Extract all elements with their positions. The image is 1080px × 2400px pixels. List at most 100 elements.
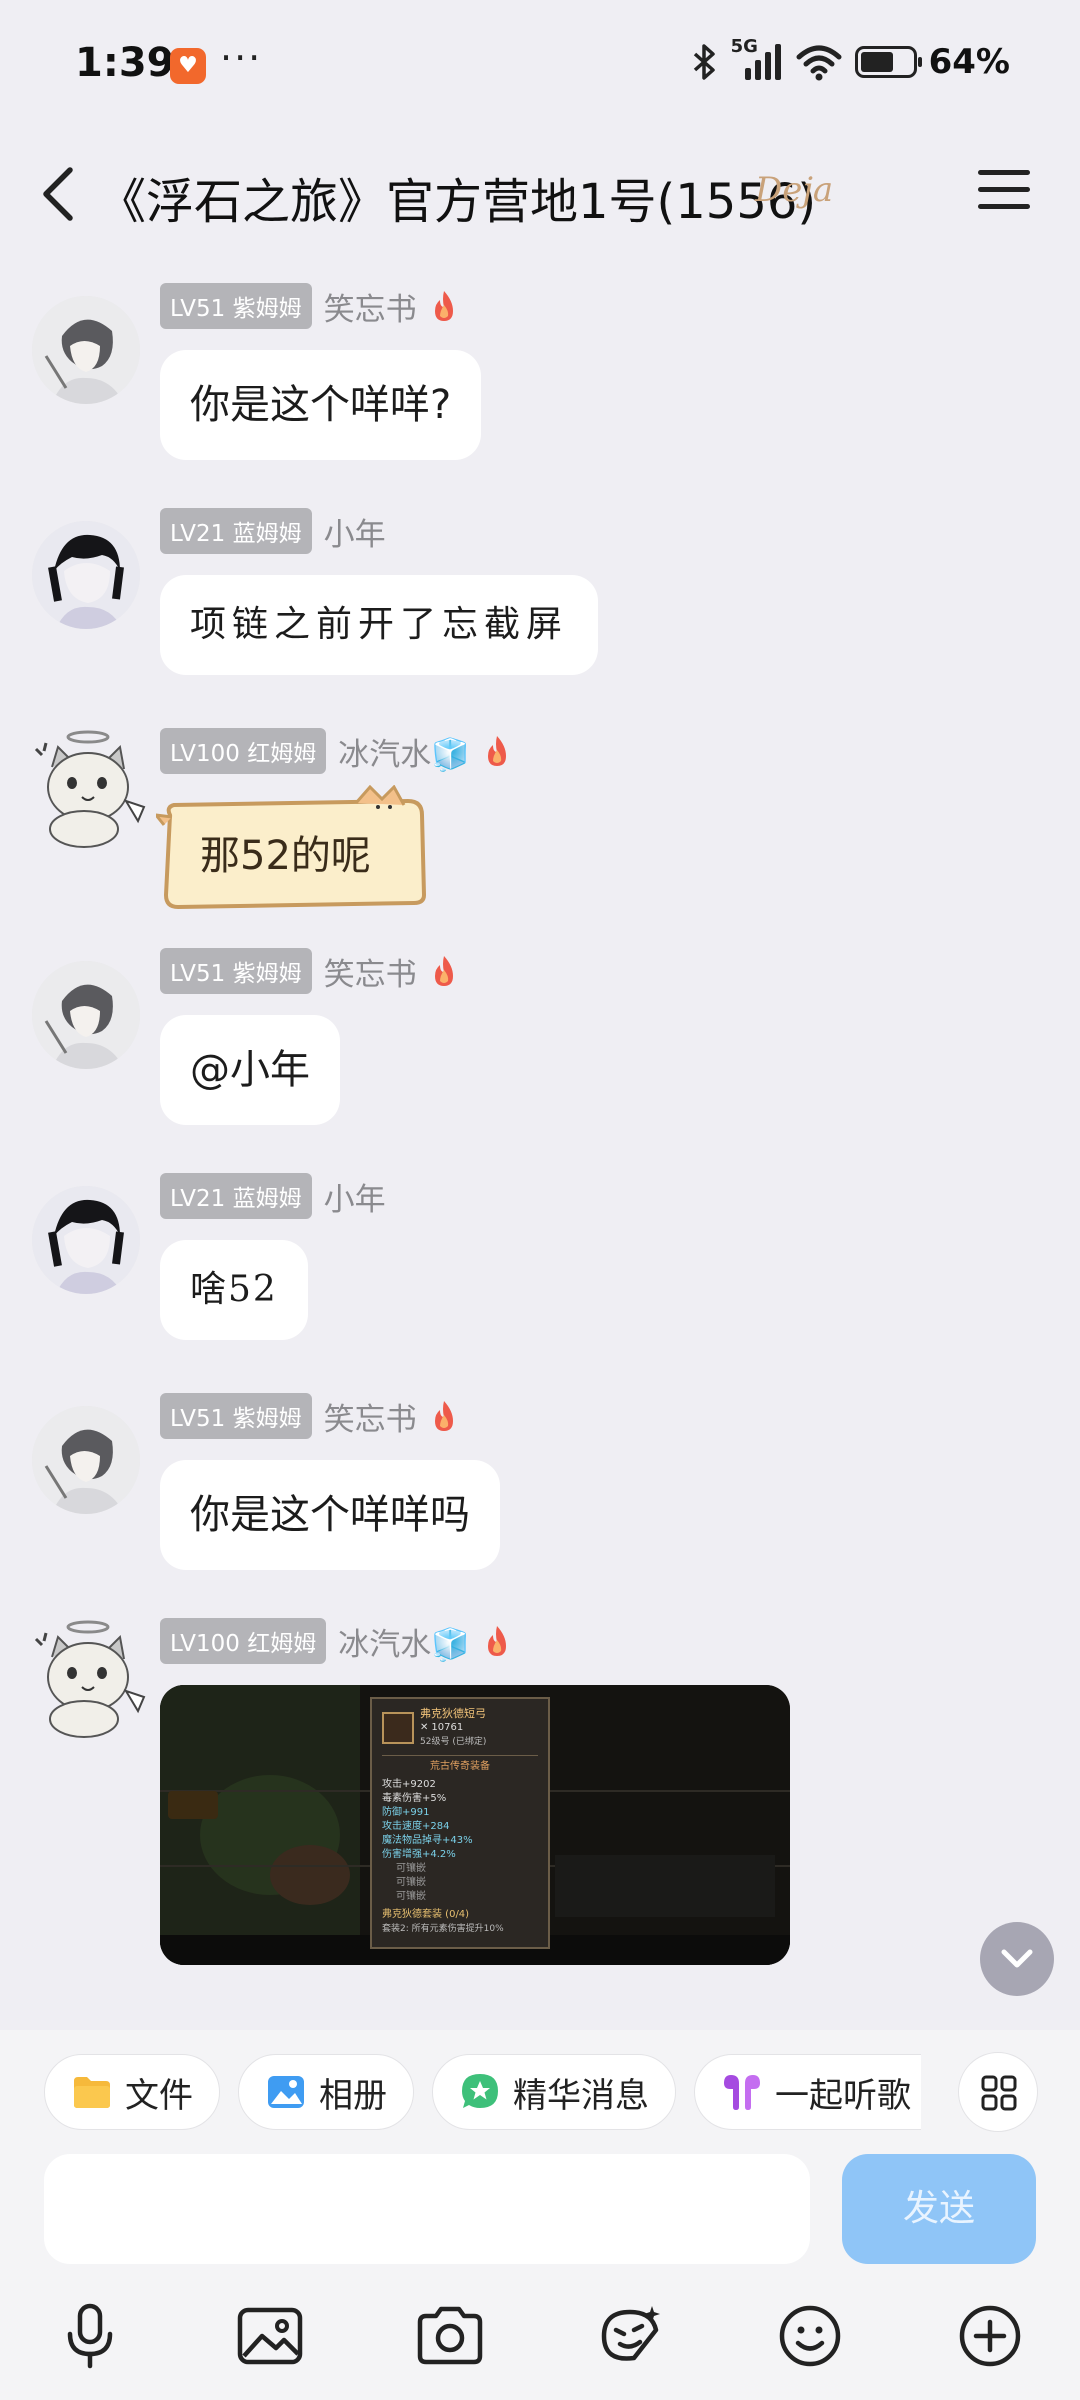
image-message[interactable]: 弗克狄德短弓 ✕ 10761 52级号 (已绑定) 荒古传奇装备 攻击+9202 … <box>160 1685 790 1965</box>
level-badge: LV100 红姆姆 <box>160 1618 327 1664</box>
back-icon[interactable] <box>30 162 90 226</box>
more-apps-button[interactable] <box>958 2052 1038 2132</box>
message-item: LV100 红姆姆 冰汽水🧊 那52的呢 <box>0 725 1080 925</box>
stat-line: 毒素伤害+5% <box>382 1793 447 1804</box>
fire-icon <box>434 956 453 986</box>
camera-icon[interactable] <box>410 2296 490 2376</box>
chip-label: 一起听歌 <box>775 2075 911 2116</box>
quick-action-highlights[interactable]: 精华消息 <box>432 2054 676 2130</box>
level-badge: LV21 蓝姆姆 <box>160 508 312 554</box>
message-item: LV51 紫姆姆 笑忘书 你是这个咩咩? <box>0 280 1080 480</box>
set-bonus: 套装2: 所有元素伤害提升10% <box>382 1924 504 1934</box>
sticker-icon[interactable] <box>590 2296 670 2376</box>
quick-action-listen-together[interactable]: 一起听歌 <box>694 2054 921 2130</box>
chip-label: 精华消息 <box>513 2075 649 2116</box>
avatar[interactable] <box>32 521 140 629</box>
earbuds-icon <box>724 2075 760 2110</box>
message-item: LV100 红姆姆 冰汽水🧊 弗克狄德短弓 ✕ 10761 52级号 (已绑定)… <box>0 1615 1080 2030</box>
socket-line: 可镶嵌 <box>396 1877 426 1888</box>
stat-line: 攻击速度+284 <box>382 1821 450 1832</box>
message-bubble[interactable]: @小年 <box>160 1015 340 1125</box>
folder-icon <box>74 2077 110 2108</box>
message-bubble[interactable]: 那52的呢 <box>156 785 430 910</box>
group-badge: Deja <box>755 170 834 210</box>
signal-5g-icon: 5G <box>731 36 783 82</box>
star-message-icon <box>462 2074 498 2108</box>
fire-icon <box>487 1626 506 1656</box>
avatar[interactable] <box>32 1186 140 1294</box>
status-time: 1:39 <box>75 40 175 86</box>
item-power: 10761 <box>431 1722 464 1733</box>
bow-icon <box>382 1712 414 1744</box>
set-name: 弗克狄德套装 (0/4) <box>382 1909 470 1920</box>
sender-name[interactable]: 冰汽水🧊 <box>338 729 470 774</box>
status-indicators: 5G 64% <box>691 36 1010 82</box>
composer-panel: 文件 相册 精华消息 一起听歌 发送 <box>0 2030 1080 2400</box>
message-bubble[interactable]: 你是这个咩咩? <box>160 350 482 460</box>
chat-header: 《浮石之旅》官方营地1号(1556) Deja <box>0 140 1080 250</box>
quick-actions: 文件 相册 精华消息 一起听歌 <box>44 2054 921 2130</box>
chip-label: 相册 <box>319 2075 387 2116</box>
message-item: LV21 蓝姆姆 小年 项链之前开了忘截屏 <box>0 505 1080 705</box>
item-level: 52级号 (已绑定) <box>420 1737 487 1747</box>
message-bubble[interactable]: 啥52 <box>160 1240 308 1340</box>
level-badge: LV51 紫姆姆 <box>160 1393 312 1439</box>
avatar[interactable] <box>22 1615 154 1747</box>
microphone-icon[interactable] <box>50 2296 130 2376</box>
message-input[interactable] <box>44 2154 810 2264</box>
status-bar: 1:39 ♥ ··· 5G 64% <box>0 0 1080 130</box>
group-title[interactable]: 《浮石之旅》官方营地1号(1556) <box>98 162 816 232</box>
fire-icon <box>487 736 506 766</box>
stat-line: 魔法物品掉寻+43% <box>382 1835 473 1846</box>
message-item: LV51 紫姆姆 笑忘书 @小年 <box>0 945 1080 1145</box>
fire-icon <box>434 1401 453 1431</box>
message-item: LV21 蓝姆姆 小年 啥52 <box>0 1170 1080 1370</box>
avatar[interactable] <box>22 725 154 857</box>
send-button[interactable]: 发送 <box>842 2154 1036 2264</box>
sender-name[interactable]: 小年 <box>324 509 386 554</box>
more-notifications-icon: ··· <box>220 36 263 80</box>
sender-name[interactable]: 笑忘书 <box>324 1394 417 1439</box>
composer-toolbar <box>0 2296 1080 2392</box>
item-name: 弗克狄德短弓 <box>420 1707 486 1720</box>
bluetooth-icon <box>693 44 715 80</box>
sender-name[interactable]: 冰汽水🧊 <box>338 1619 470 1664</box>
app-notification-icon: ♥ <box>170 48 206 84</box>
grid-icon <box>981 2075 1017 2111</box>
chat-messages[interactable]: LV51 紫姆姆 笑忘书 你是这个咩咩? LV21 蓝姆姆 小年 项链之前开了忘… <box>0 270 1080 2030</box>
stat-line: 防御+991 <box>382 1807 430 1818</box>
plus-icon[interactable] <box>950 2296 1030 2376</box>
message-item: LV51 紫姆姆 笑忘书 你是这个咩咩吗 <box>0 1390 1080 1590</box>
quick-action-album[interactable]: 相册 <box>238 2054 414 2130</box>
battery-icon <box>854 46 922 78</box>
socket-line: 可镶嵌 <box>396 1891 426 1902</box>
level-badge: LV51 紫姆姆 <box>160 283 312 329</box>
scroll-to-bottom-button[interactable] <box>980 1922 1054 1996</box>
level-badge: LV51 紫姆姆 <box>160 948 312 994</box>
emoji-icon[interactable] <box>770 2296 850 2376</box>
sender-name[interactable]: 笑忘书 <box>324 949 417 994</box>
wifi-icon <box>796 45 842 81</box>
menu-icon[interactable] <box>978 170 1030 214</box>
message-text: 那52的呢 <box>200 833 371 879</box>
battery-percent: 64% <box>928 42 1010 82</box>
chip-label: 文件 <box>125 2075 193 2116</box>
image-icon[interactable] <box>230 2296 310 2376</box>
level-badge: LV100 红姆姆 <box>160 728 327 774</box>
avatar[interactable] <box>32 961 140 1069</box>
avatar[interactable] <box>32 296 140 404</box>
photo-album-icon <box>268 2076 304 2108</box>
stat-line: 伤害增强+4.2% <box>382 1849 456 1860</box>
level-badge: LV21 蓝姆姆 <box>160 1173 312 1219</box>
sender-name[interactable]: 小年 <box>324 1174 386 1219</box>
quick-action-file[interactable]: 文件 <box>44 2054 220 2130</box>
stat-line: 攻击+9202 <box>382 1779 436 1790</box>
item-section: 荒古传奇装备 <box>382 1755 538 1774</box>
item-tooltip: 弗克狄德短弓 ✕ 10761 52级号 (已绑定) 荒古传奇装备 攻击+9202 … <box>370 1697 550 1949</box>
message-bubble[interactable]: 项链之前开了忘截屏 <box>160 575 599 675</box>
sender-name[interactable]: 笑忘书 <box>324 284 417 329</box>
chevron-down-icon <box>1001 1949 1033 1968</box>
avatar[interactable] <box>32 1406 140 1514</box>
message-bubble[interactable]: 你是这个咩咩吗 <box>160 1460 500 1570</box>
socket-line: 可镶嵌 <box>396 1863 426 1874</box>
